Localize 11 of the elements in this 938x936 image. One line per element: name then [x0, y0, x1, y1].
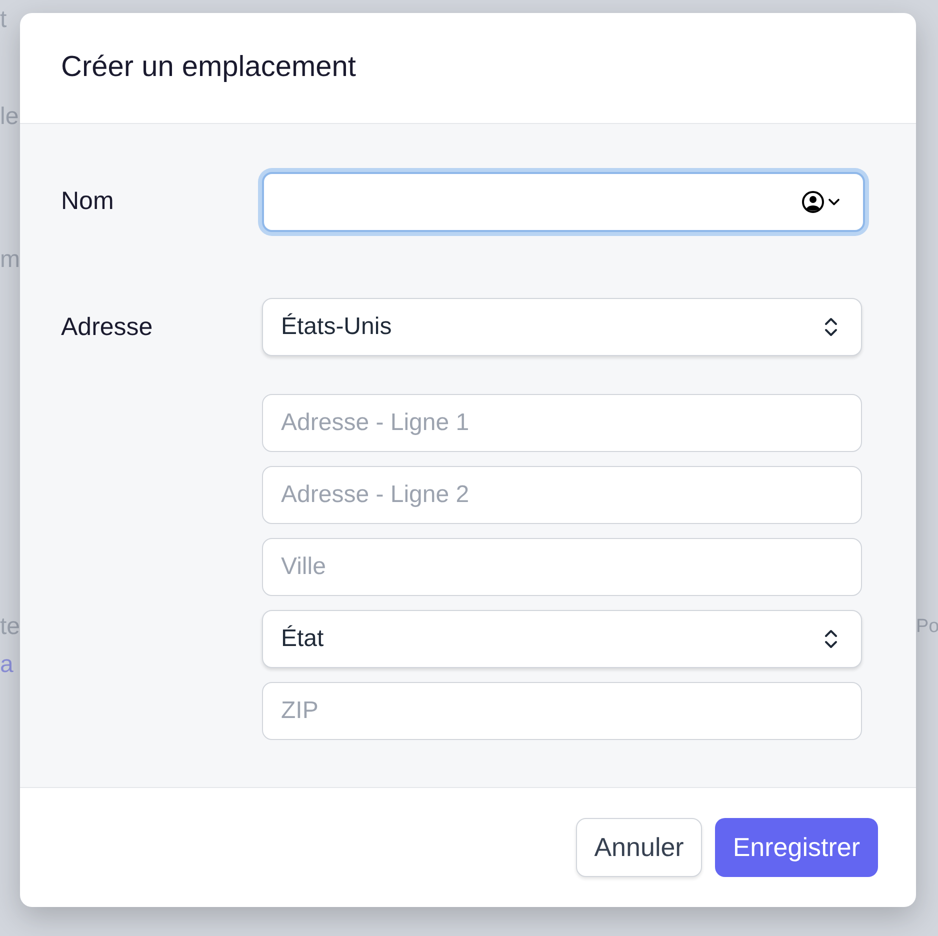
save-button[interactable]: Enregistrer — [714, 818, 878, 877]
dialog-title: Créer un emplacement — [61, 50, 356, 86]
select-field[interactable]: États-Unis — [262, 298, 862, 356]
input-field[interactable]: Adresse - Ligne 2 — [262, 466, 862, 524]
input-field[interactable]: ZIP — [262, 682, 862, 740]
field-label: Adresse — [61, 312, 154, 343]
field-label: Nom — [61, 186, 115, 218]
cancel-button[interactable]: Annuler — [576, 818, 702, 877]
input-field[interactable]: Ville — [262, 538, 862, 596]
input-field[interactable]: Adresse - Ligne 1 — [262, 394, 862, 452]
select-field[interactable]: État — [262, 610, 862, 668]
